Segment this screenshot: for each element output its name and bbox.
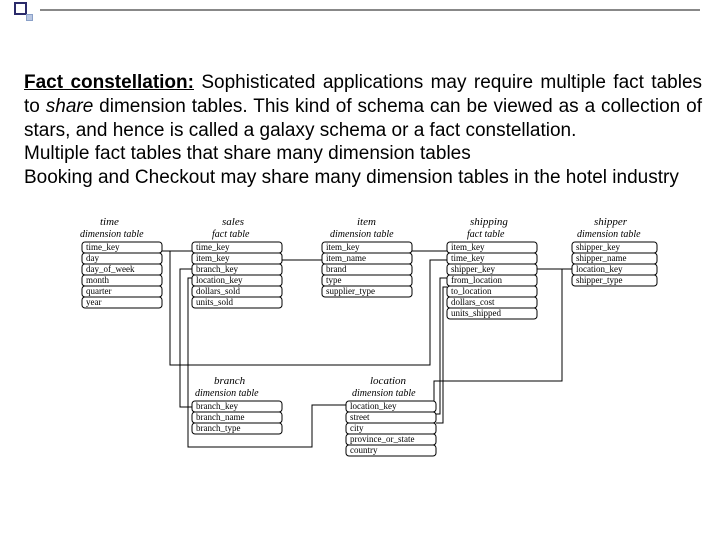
svg-text:sales: sales	[222, 216, 244, 228]
svg-text:shipper_name: shipper_name	[576, 253, 626, 263]
svg-text:item: item	[357, 216, 376, 228]
svg-text:dimension table: dimension table	[352, 388, 416, 399]
svg-text:year: year	[86, 297, 102, 307]
svg-text:city: city	[350, 423, 364, 433]
bullet-icon-small	[26, 14, 33, 21]
svg-text:branch_type: branch_type	[196, 423, 240, 433]
svg-text:day: day	[86, 253, 99, 263]
svg-text:shipper_key: shipper_key	[451, 264, 495, 274]
svg-text:item_key: item_key	[326, 242, 360, 252]
table-item: item dimension table item_key item_name …	[322, 216, 412, 297]
svg-text:time_key: time_key	[86, 242, 120, 252]
svg-text:type: type	[326, 275, 342, 285]
svg-text:shipping: shipping	[470, 216, 508, 228]
divider	[40, 9, 700, 11]
svg-text:street: street	[350, 412, 370, 422]
svg-text:time: time	[100, 216, 119, 228]
svg-text:units_sold: units_sold	[196, 297, 234, 307]
svg-text:shipper: shipper	[594, 216, 628, 228]
svg-text:dimension table: dimension table	[195, 388, 259, 399]
svg-text:branch_key: branch_key	[196, 401, 238, 411]
svg-text:item_key: item_key	[196, 253, 230, 263]
svg-text:brand: brand	[326, 264, 347, 274]
svg-text:from_location: from_location	[451, 275, 502, 285]
svg-text:location_key: location_key	[576, 264, 623, 274]
svg-text:shipper_key: shipper_key	[576, 242, 620, 252]
svg-text:location_key: location_key	[350, 401, 397, 411]
svg-text:branch_key: branch_key	[196, 264, 238, 274]
svg-text:dimension table: dimension table	[577, 229, 641, 240]
table-shipping: shipping fact table item_key time_key sh…	[447, 216, 537, 319]
table-location: location dimension table location_key st…	[346, 375, 436, 456]
svg-text:fact table: fact table	[467, 229, 505, 240]
svg-text:supplier_type: supplier_type	[326, 286, 375, 296]
svg-text:dollars_sold: dollars_sold	[196, 286, 240, 296]
svg-text:province_or_state: province_or_state	[350, 434, 414, 444]
svg-text:quarter: quarter	[86, 286, 111, 296]
paragraph-main: Fact constellation: Sophisticated applic…	[24, 71, 702, 190]
svg-text:item_name: item_name	[326, 253, 366, 263]
line-booking: Booking and Checkout may share many dime…	[24, 167, 679, 188]
svg-text:fact table: fact table	[212, 229, 250, 240]
svg-text:dollars_cost: dollars_cost	[451, 297, 495, 307]
heading-share: share	[46, 96, 94, 117]
schema-diagram: time dimension table time_key day day_of…	[62, 209, 664, 479]
line-multiple: Multiple fact tables that share many dim…	[24, 143, 471, 164]
svg-text:units_shipped: units_shipped	[451, 308, 502, 318]
svg-text:item_key: item_key	[451, 242, 485, 252]
svg-text:dimension table: dimension table	[80, 229, 144, 240]
table-sales: sales fact table time_key item_key branc…	[192, 216, 282, 308]
table-branch: branch dimension table branch_key branch…	[192, 375, 282, 434]
svg-text:country: country	[350, 445, 378, 455]
svg-text:branch: branch	[214, 375, 246, 387]
svg-text:branch_name: branch_name	[196, 412, 244, 422]
svg-text:time_key: time_key	[451, 253, 485, 263]
svg-text:dimension table: dimension table	[330, 229, 394, 240]
table-shipper: shipper dimension table shipper_key ship…	[572, 216, 657, 286]
svg-text:location_key: location_key	[196, 275, 243, 285]
heading-title: Fact constellation:	[24, 72, 194, 93]
slide-decoration	[0, 0, 720, 22]
time-rows: time_key day day_of_week month quarter y…	[82, 242, 162, 308]
svg-text:to_location: to_location	[451, 286, 492, 296]
svg-text:location: location	[370, 375, 407, 387]
heading-desc1b: dimension tables. This kind of schema ca…	[24, 96, 702, 141]
svg-text:time_key: time_key	[196, 242, 230, 252]
svg-text:shipper_type: shipper_type	[576, 275, 623, 285]
svg-text:month: month	[86, 275, 110, 285]
table-time: time dimension table time_key day day_of…	[80, 216, 162, 308]
svg-text:day_of_week: day_of_week	[86, 264, 135, 274]
slide-content: Fact constellation: Sophisticated applic…	[0, 22, 720, 479]
